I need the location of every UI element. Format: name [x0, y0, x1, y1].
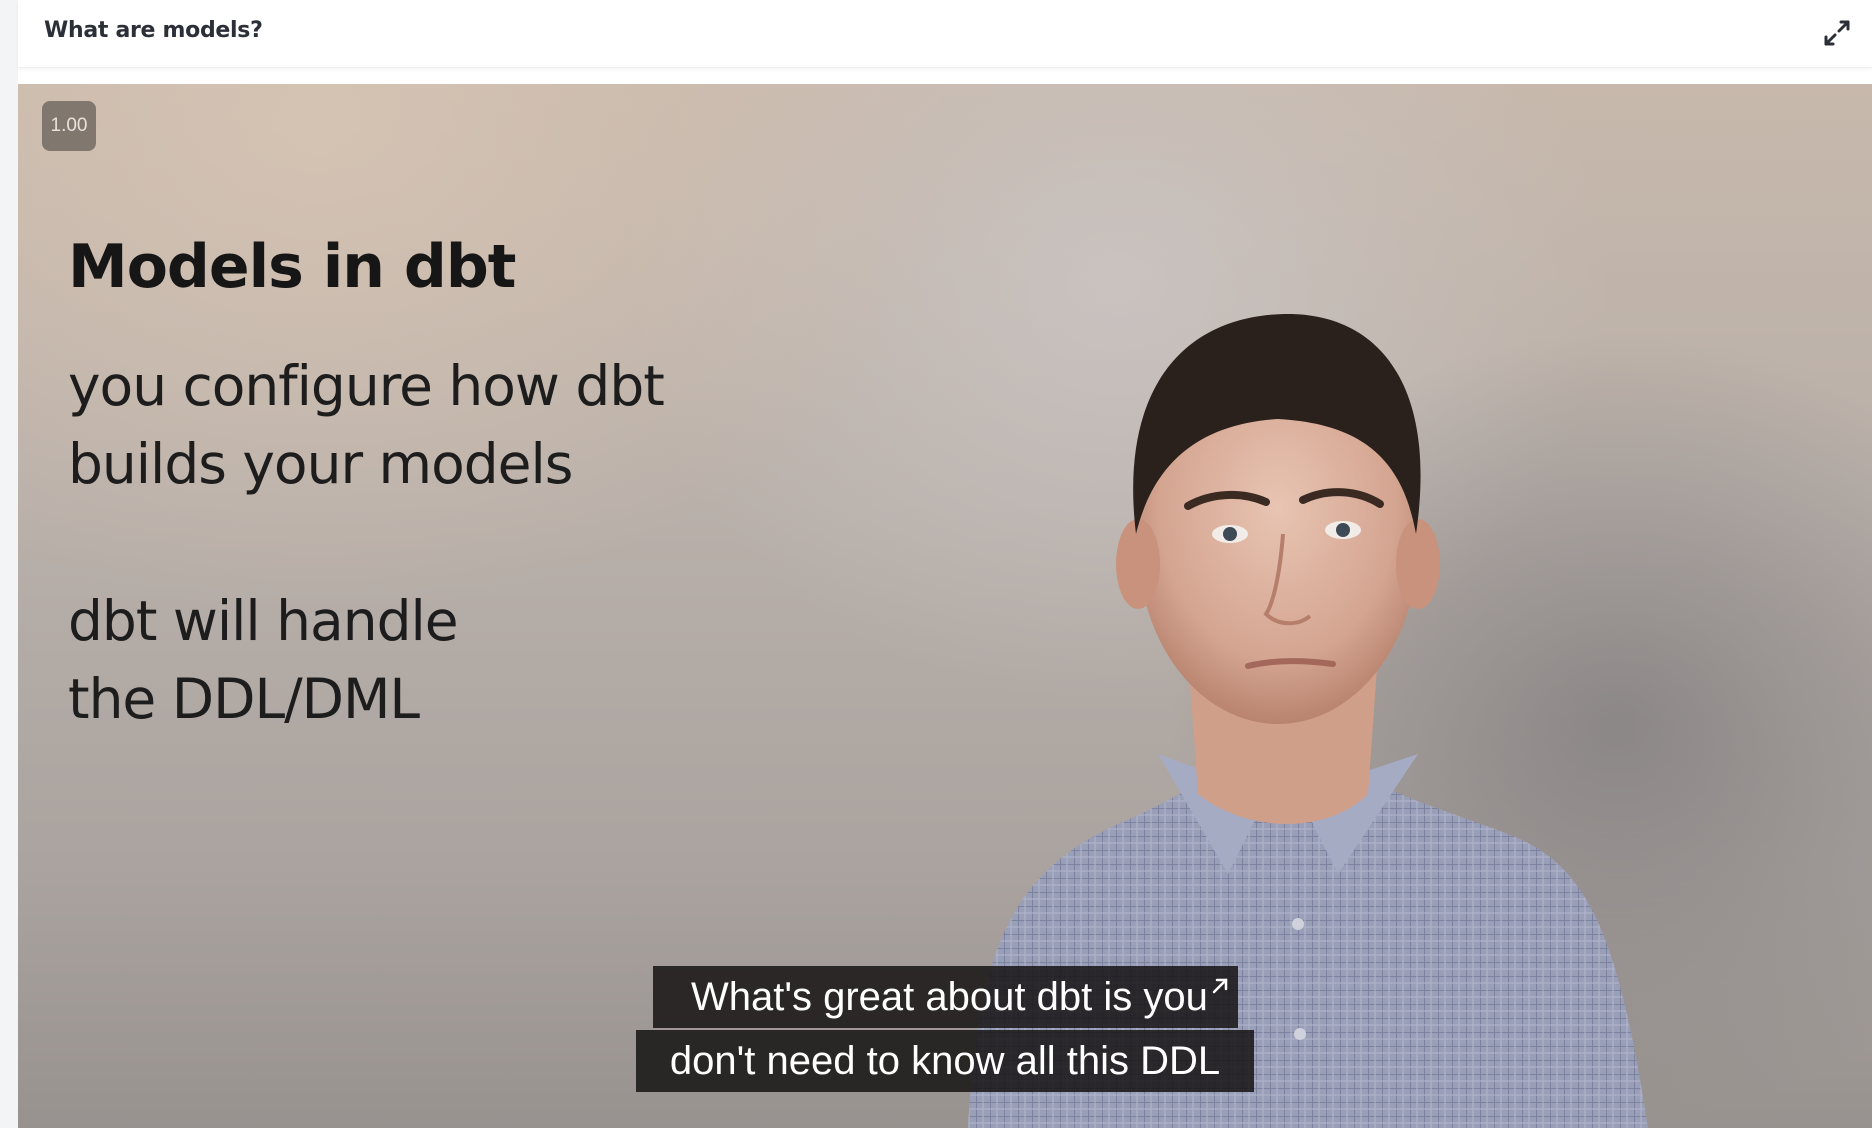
- playback-speed-badge[interactable]: 1.00: [42, 101, 96, 151]
- slide-line: you configure how dbt: [68, 354, 665, 418]
- arrow-up-right-icon: [1212, 978, 1228, 994]
- slide-line: builds your models: [68, 432, 573, 496]
- caption-line: What's great about dbt is you: [653, 966, 1238, 1028]
- expand-button[interactable]: [1820, 16, 1854, 50]
- caption-line: don't need to know all this DDL: [636, 1030, 1254, 1092]
- video-player[interactable]: 1.00 Models in dbt you configure how dbt…: [18, 84, 1872, 1128]
- bottom-strip: [0, 1128, 1872, 1138]
- slide-title: Models in dbt: [68, 232, 516, 302]
- lesson-title: What are models?: [44, 18, 263, 43]
- slide-line: the DDL/DML: [68, 667, 420, 731]
- left-gutter: [0, 0, 18, 1138]
- expand-arrows-icon: [1824, 20, 1850, 46]
- slide-line: dbt will handle: [68, 589, 459, 653]
- lesson-header: What are models?: [18, 0, 1872, 68]
